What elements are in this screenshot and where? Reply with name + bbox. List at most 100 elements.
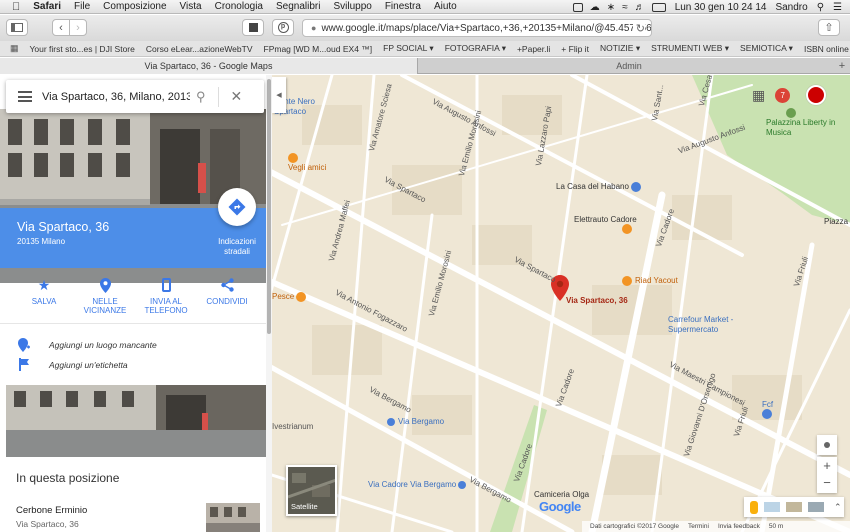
street-label: Ivestrianum — [272, 422, 314, 431]
restaurant-icon — [288, 153, 298, 163]
bookmark-item[interactable]: + Flip it — [561, 44, 589, 54]
directions-label[interactable]: Indicazioni stradali — [205, 237, 268, 257]
menu-app-safari[interactable]: Safari — [33, 1, 61, 12]
bookmark-folder[interactable]: NOTIZIE ▾ — [600, 43, 640, 54]
save-button[interactable]: ★ SALVA — [14, 276, 74, 307]
expand-icon[interactable]: ⌃ — [834, 502, 842, 513]
menubar-clock[interactable]: Lun 30 gen 10 24 14 — [675, 2, 767, 13]
poi-park[interactable]: Palazzina Liberty in Musica — [766, 108, 846, 138]
top-sites-icon[interactable]: ▦ — [10, 43, 19, 54]
notification-center-icon[interactable]: ☰ — [833, 2, 842, 13]
add-label-row[interactable]: Aggiungi un'etichetta — [16, 358, 128, 371]
bluetooth-icon[interactable]: ∗ — [607, 2, 615, 13]
menu-finestra[interactable]: Finestra — [385, 1, 421, 12]
zoom-in-button[interactable]: + — [817, 457, 837, 475]
poi-shop[interactable]: La Casa del Habano — [556, 182, 644, 192]
close-icon[interactable]: ✕ — [231, 88, 243, 105]
menu-aiuto[interactable]: Aiuto — [434, 1, 457, 12]
tab-label: Via Spartaco, 36 - Google Maps — [144, 61, 273, 71]
bookmark-folder[interactable]: SEMIOTICA ▾ — [740, 43, 793, 54]
pegman-icon[interactable] — [750, 500, 758, 514]
apps-grid-icon[interactable]: ▦ — [752, 87, 765, 104]
share-button[interactable]: ⇧ — [818, 19, 840, 36]
poi-label[interactable]: Piazza Le... — [824, 217, 850, 226]
cloud-icon[interactable]: ☁ — [590, 2, 600, 13]
forward-button[interactable]: › — [69, 19, 87, 36]
dropbox-icon[interactable] — [572, 2, 583, 12]
browser-toolbar: ‹ › p ● www.google.it/maps/place/Via+Spa… — [0, 15, 850, 41]
bookmark-folder[interactable]: FOTOGRAFIA ▾ — [445, 43, 506, 54]
search-input[interactable]: Via Spartaco, 36, Milano, 20135 M — [42, 91, 190, 103]
menu-composizione[interactable]: Composizione — [103, 1, 166, 12]
new-tab-button[interactable]: + — [837, 58, 847, 74]
notification-badge[interactable]: 7 — [775, 87, 791, 103]
street-view-thumb[interactable] — [764, 502, 780, 512]
bookmark-folder[interactable]: FP SOCIAL ▾ — [383, 43, 434, 54]
poi-shop[interactable]: Fcf — [762, 400, 775, 419]
map-canvas[interactable]: Via Augusto Anfossi Via Augusto Anfossi … — [272, 75, 850, 532]
sidebar-toggle-button[interactable] — [6, 19, 28, 36]
bookmark-item[interactable]: Corso eLear...azioneWebTV — [146, 44, 253, 54]
nearby-button[interactable]: NELLE VICINANZE — [75, 276, 135, 315]
poi-bus-stop[interactable]: Via Bergamo — [387, 417, 444, 426]
collapse-panel-button[interactable]: ◀ — [272, 77, 286, 113]
status-icons[interactable]: ☁ ∗ ≈ ♬ — [572, 2, 666, 13]
poi-supermarket[interactable]: Carrefour Market - Supermercato — [668, 315, 758, 335]
menu-vista[interactable]: Vista — [180, 1, 202, 12]
bookmark-folder[interactable]: STRUMENTI WEB ▾ — [651, 43, 729, 54]
battery-icon[interactable] — [651, 2, 666, 12]
send-to-phone-button[interactable]: INVIA AL TELEFONO — [136, 276, 196, 315]
poi-label[interactable]: Camiceria Olga — [534, 490, 589, 499]
back-button[interactable]: ‹ — [52, 19, 70, 36]
satellite-toggle[interactable]: Satellite — [286, 465, 337, 516]
zoom-out-button[interactable]: − — [817, 475, 837, 493]
street-view-thumb[interactable] — [808, 502, 824, 512]
terms-link[interactable]: Termini — [688, 523, 709, 530]
reload-icon[interactable]: ↻ — [632, 22, 645, 35]
nearby-place-name[interactable]: Cerbone Erminio — [16, 505, 87, 516]
share-place-button[interactable]: CONDIVIDI — [197, 276, 257, 306]
menu-segnalibri[interactable]: Segnalibri — [276, 1, 320, 12]
nearby-place-thumbnail[interactable] — [206, 503, 260, 532]
search-box[interactable]: Via Spartaco, 36, Milano, 20135 M ⚲ ✕ — [6, 80, 264, 113]
pinterest-button[interactable]: p — [272, 19, 294, 36]
search-divider — [217, 86, 219, 107]
tab-admin[interactable]: Admin — [419, 58, 839, 74]
directions-button[interactable] — [218, 188, 256, 226]
macos-menubar:  Safari File Composizione Vista Cronolo… — [0, 0, 850, 14]
bookmark-item[interactable]: ISBN online — [804, 44, 849, 54]
poi-restaurant[interactable]: Vegli amici — [288, 153, 326, 172]
apple-icon[interactable]:  — [12, 1, 20, 13]
menu-sviluppo[interactable]: Sviluppo — [333, 1, 371, 12]
feedback-link[interactable]: Invia feedback — [718, 523, 760, 530]
poi-restaurant[interactable]: Pesce — [272, 292, 309, 302]
marker-label[interactable]: Via Spartaco, 36 — [566, 296, 628, 305]
bookmark-item[interactable]: Your first sto...es | DJI Store — [30, 44, 135, 54]
bookmark-item[interactable]: FPmag [WD M...oud EX4 ™] — [264, 44, 373, 54]
search-icon[interactable]: ⚲ — [196, 89, 206, 105]
poi-label: Via Bergamo — [398, 417, 445, 426]
volume-icon[interactable]: ♬ — [635, 2, 645, 13]
compass-button[interactable] — [817, 435, 837, 455]
avatar[interactable] — [806, 85, 827, 105]
google-wordmark: Google — [539, 499, 581, 514]
extension-button[interactable] — [242, 19, 264, 36]
scrollbar-thumb[interactable] — [267, 79, 271, 334]
poi-restaurant[interactable]: Riad Yacout — [622, 276, 678, 286]
tab-google-maps[interactable]: Via Spartaco, 36 - Google Maps — [0, 58, 418, 74]
poi-bus-stop[interactable]: Via Cadore Via Bergamo — [368, 480, 469, 489]
menubar-user[interactable]: Sandro — [775, 2, 807, 13]
street-photo-thumbnail[interactable] — [6, 385, 268, 457]
menu-file[interactable]: File — [74, 1, 90, 12]
bookmark-item[interactable]: +Paper.li — [517, 44, 550, 54]
spotlight-icon[interactable]: ⚲ — [817, 2, 824, 13]
menu-cronologia[interactable]: Cronologia — [215, 1, 263, 12]
wifi-icon[interactable]: ≈ — [622, 2, 628, 13]
address-bar[interactable]: ● www.google.it/maps/place/Via+Spartaco,… — [302, 19, 652, 37]
map-footer: Dati cartografici ©2017 Google Termini I… — [582, 521, 850, 532]
street-view-thumb[interactable] — [786, 502, 802, 512]
poi-service[interactable]: Elettrauto Cadore — [574, 215, 637, 234]
hamburger-menu-icon[interactable] — [18, 89, 32, 105]
add-missing-place-row[interactable]: Aggiungi un luogo mancante — [16, 338, 157, 352]
scale-label[interactable]: 50 m — [769, 523, 783, 530]
